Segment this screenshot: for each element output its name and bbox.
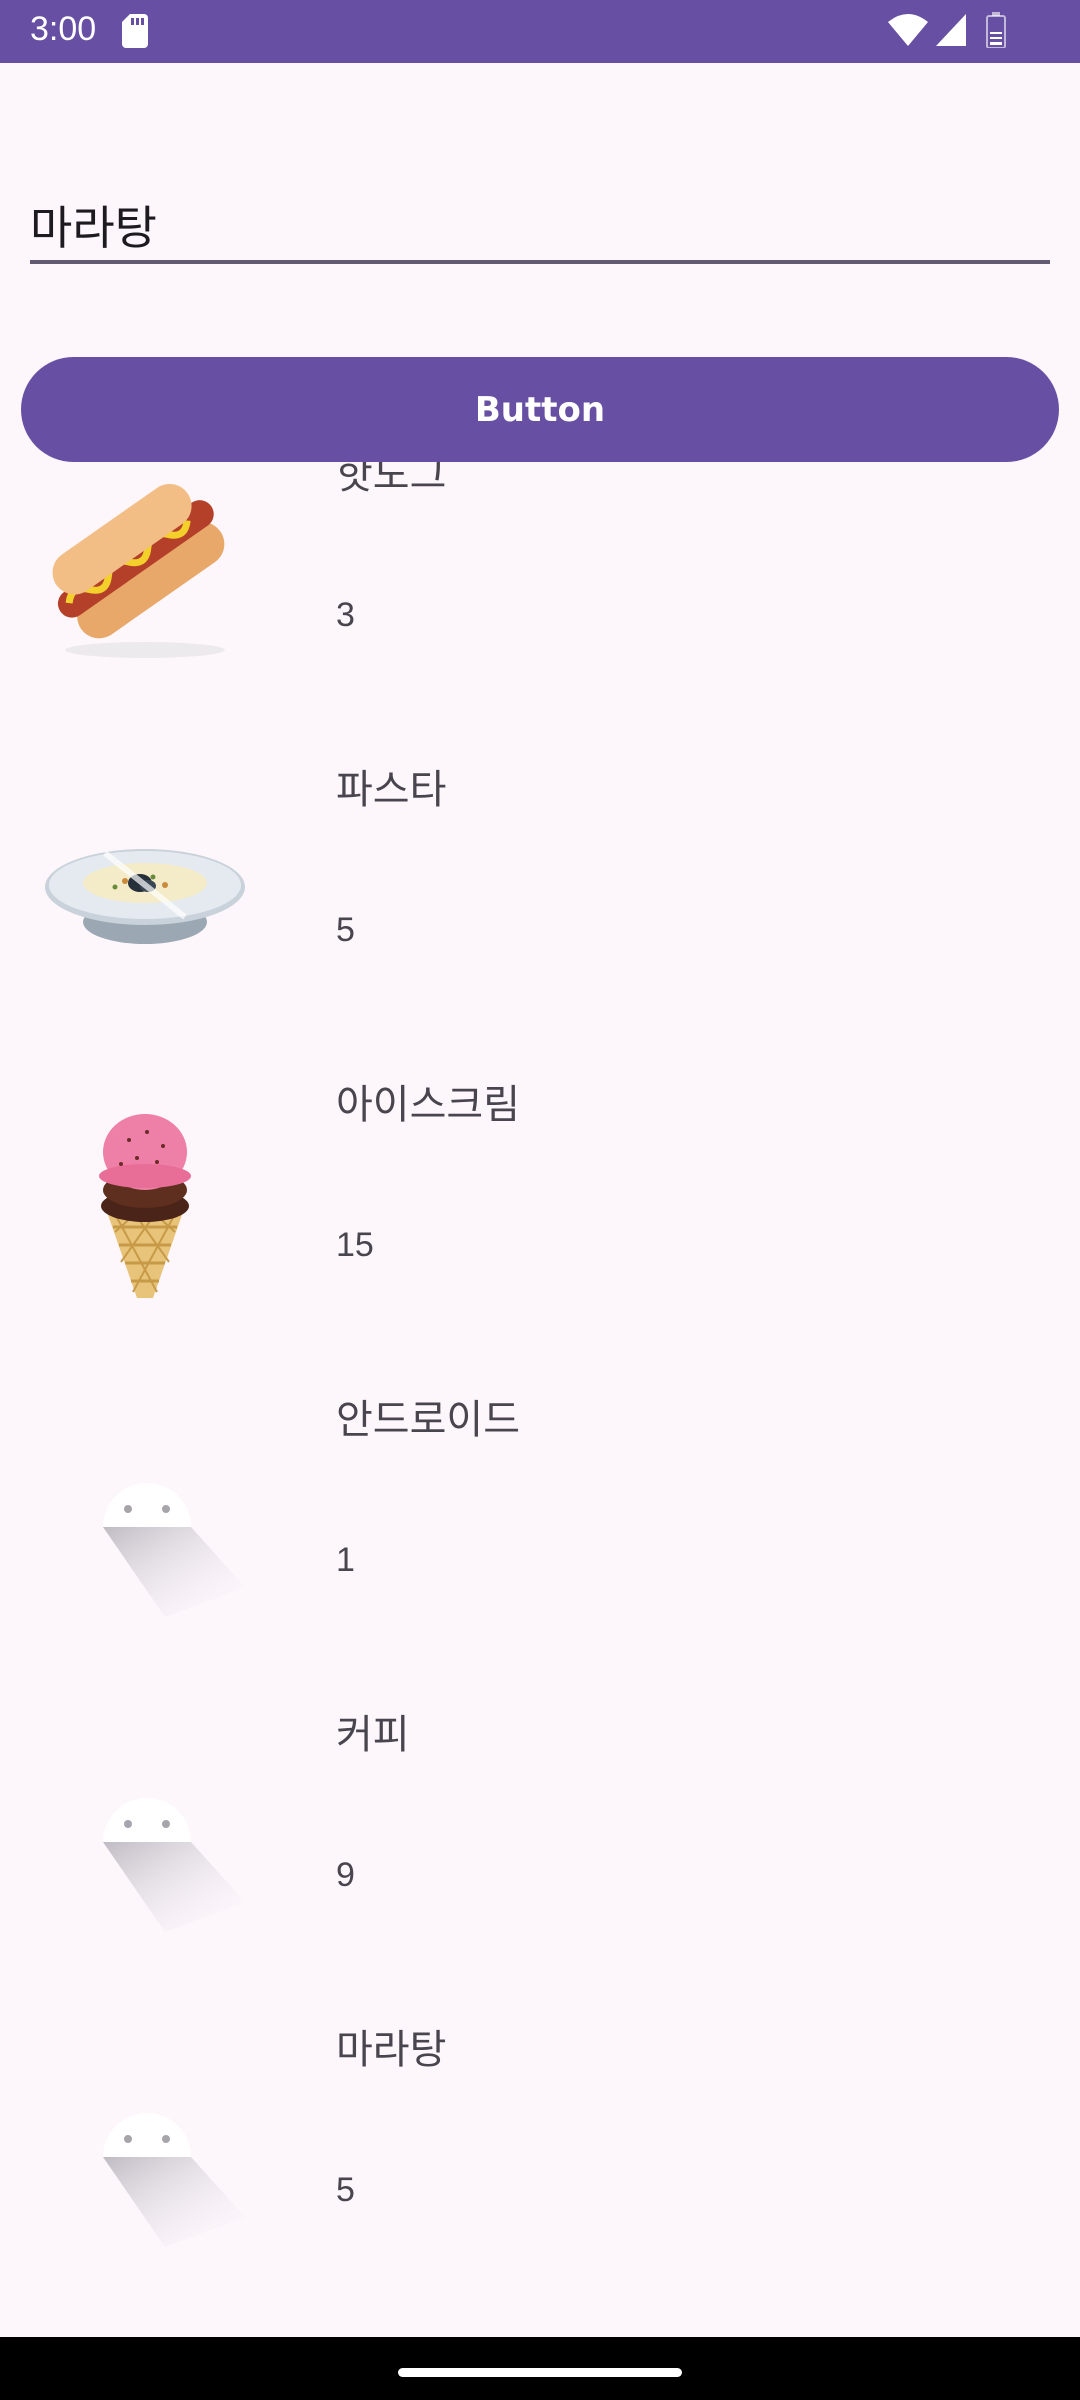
list-item[interactable]: 파스타 5 bbox=[0, 699, 1080, 1014]
android-icon bbox=[103, 2113, 245, 2247]
item-name: 안드로이드 bbox=[336, 1397, 520, 1443]
search-input-value: 마라탕 bbox=[30, 201, 157, 255]
list-item[interactable]: 커피 9 bbox=[0, 1644, 1080, 1959]
food-list[interactable]: 핫도그 3 파스타 5 아이스크림 15 안드로이드 1 커피 9 마라탕 5 bbox=[0, 462, 1080, 2337]
android-icon bbox=[103, 1483, 245, 1617]
item-name: 마라탕 bbox=[336, 2027, 447, 2073]
list-item[interactable]: 아이스크림 15 bbox=[0, 1014, 1080, 1329]
status-time: 3:00 bbox=[30, 10, 97, 48]
hotdog-image bbox=[52, 483, 225, 658]
list-item[interactable]: 마라탕 5 bbox=[0, 1959, 1080, 2274]
item-count: 5 bbox=[336, 911, 355, 949]
icecream-image bbox=[99, 1114, 191, 1298]
item-count: 5 bbox=[336, 2171, 355, 2209]
item-count: 15 bbox=[336, 1226, 374, 1264]
home-handle[interactable] bbox=[398, 2368, 682, 2377]
list-item[interactable]: 안드로이드 1 bbox=[0, 1329, 1080, 1644]
battery-icon bbox=[986, 12, 1006, 48]
main-button[interactable]: Button bbox=[21, 357, 1059, 462]
item-count: 1 bbox=[336, 1541, 355, 1579]
item-count: 9 bbox=[336, 1856, 355, 1894]
item-name: 핫도그 bbox=[336, 462, 447, 498]
wifi-icon bbox=[888, 14, 928, 46]
item-count: 3 bbox=[336, 596, 355, 634]
android-icon bbox=[103, 1798, 245, 1932]
list-item[interactable]: 핫도그 3 bbox=[0, 462, 1080, 699]
item-name: 파스타 bbox=[336, 767, 447, 813]
item-name: 커피 bbox=[336, 1712, 410, 1758]
search-input[interactable]: 마라탕 bbox=[30, 180, 1050, 264]
sd-card-icon bbox=[122, 14, 148, 48]
status-bar: 3:00 bbox=[0, 0, 1080, 63]
item-name: 아이스크림 bbox=[336, 1082, 520, 1128]
signal-icon bbox=[936, 14, 966, 46]
main-button-label: Button bbox=[474, 389, 606, 430]
pasta-image bbox=[45, 849, 245, 944]
